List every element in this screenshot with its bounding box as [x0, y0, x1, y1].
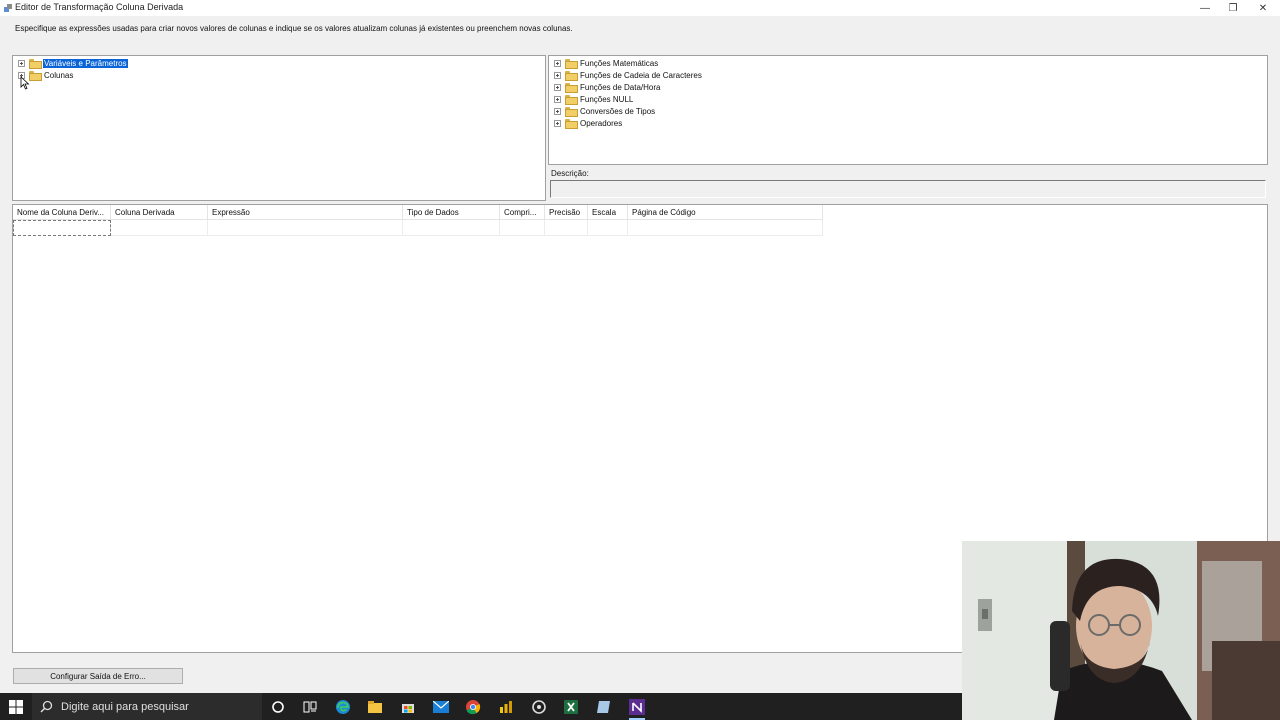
column-header-precision[interactable]: Precisão: [545, 205, 588, 220]
column-header-expression[interactable]: Expressão: [208, 205, 403, 220]
grid-header: Nome da Coluna Deriv... Coluna Derivada …: [13, 205, 823, 220]
tree-item-label: Variáveis e Parâmetros: [43, 58, 128, 68]
power-bi-icon[interactable]: [490, 693, 522, 720]
tree-item-label: Operadores: [580, 118, 623, 128]
column-header-length[interactable]: Compri...: [500, 205, 545, 220]
grid-cell-scale[interactable]: [588, 220, 628, 236]
webcam-overlay: [962, 541, 1280, 720]
column-header-name[interactable]: Nome da Coluna Deriv...: [13, 205, 111, 220]
store-icon[interactable]: [392, 693, 424, 720]
folder-icon: [29, 59, 42, 69]
app-icon: [4, 4, 12, 12]
grid-cell-data-type[interactable]: [403, 220, 500, 236]
functions-tree[interactable]: Funções Matemáticas Funções de Cadeia de…: [548, 55, 1268, 165]
expand-icon[interactable]: [554, 119, 561, 127]
minimize-button[interactable]: —: [1190, 0, 1220, 16]
description-field: [550, 180, 1266, 198]
instructions-text: Especifique as expressões usadas para cr…: [15, 24, 573, 33]
folder-icon: [29, 71, 42, 81]
tree-item-label: Funções NULL: [580, 94, 634, 104]
window-title: Editor de Transformação Coluna Derivada: [15, 2, 184, 12]
tree-item-label: Conversões de Tipos: [580, 106, 656, 116]
grid-cell-code-page[interactable]: [628, 220, 823, 236]
configure-error-output-button[interactable]: Configurar Saída de Erro...: [13, 668, 183, 684]
description-label: Descrição:: [551, 169, 589, 178]
title-bar: Editor de Transformação Coluna Derivada …: [0, 0, 1280, 16]
file-explorer-icon[interactable]: [359, 693, 391, 720]
tree-item-math-functions[interactable]: Funções Matemáticas: [554, 57, 659, 69]
tree-item-variables[interactable]: Variáveis e Parâmetros: [18, 57, 128, 69]
expand-icon[interactable]: [554, 59, 561, 67]
column-header-scale[interactable]: Escala: [588, 205, 628, 220]
search-icon: [40, 700, 53, 713]
tree-item-datetime-functions[interactable]: Funções de Data/Hora: [554, 81, 662, 93]
variables-columns-tree[interactable]: Variáveis e Parâmetros Colunas: [12, 55, 546, 201]
tree-item-null-functions[interactable]: Funções NULL: [554, 93, 634, 105]
tree-item-type-casts[interactable]: Conversões de Tipos: [554, 105, 656, 117]
restore-button[interactable]: ❐: [1218, 0, 1248, 16]
column-header-derived[interactable]: Coluna Derivada: [111, 205, 208, 220]
table-row[interactable]: [13, 220, 823, 236]
task-view-icon[interactable]: [294, 693, 326, 720]
cortana-icon[interactable]: [262, 693, 294, 720]
tree-item-string-functions[interactable]: Funções de Cadeia de Caracteres: [554, 69, 703, 81]
windows-logo-icon: [9, 699, 23, 714]
grid-cell-derived[interactable]: [111, 220, 208, 236]
column-header-code-page[interactable]: Página de Código: [628, 205, 823, 220]
folder-icon: [565, 119, 578, 129]
tree-item-label: Colunas: [44, 70, 74, 80]
chrome-icon[interactable]: [457, 693, 489, 720]
folder-icon: [565, 95, 578, 105]
grid-cell-precision[interactable]: [545, 220, 588, 236]
edge-icon[interactable]: [327, 693, 359, 720]
excel-icon[interactable]: [555, 693, 587, 720]
folder-icon: [565, 59, 578, 69]
sticky-notes-icon[interactable]: [588, 693, 620, 720]
expand-icon[interactable]: [18, 59, 25, 67]
start-button[interactable]: [0, 693, 32, 720]
visual-studio-icon[interactable]: [621, 693, 653, 720]
folder-icon: [565, 71, 578, 81]
close-button[interactable]: ✕: [1248, 0, 1278, 16]
grid-cell-name[interactable]: [13, 220, 111, 236]
taskbar-search[interactable]: Digite aqui para pesquisar: [32, 693, 262, 720]
webcam-image: [962, 541, 1280, 720]
grid-cell-expression[interactable]: [208, 220, 403, 236]
folder-icon: [565, 83, 578, 93]
expand-icon[interactable]: [554, 83, 561, 91]
search-placeholder: Digite aqui para pesquisar: [61, 700, 189, 713]
expand-icon[interactable]: [554, 71, 561, 79]
tree-item-label: Funções de Data/Hora: [580, 82, 661, 92]
expand-icon[interactable]: [554, 107, 561, 115]
mail-icon[interactable]: [425, 693, 457, 720]
tree-item-label: Funções de Cadeia de Caracteres: [580, 70, 702, 80]
mouse-cursor-icon: [20, 76, 30, 90]
tree-item-operators[interactable]: Operadores: [554, 117, 623, 129]
expand-icon[interactable]: [554, 95, 561, 103]
tree-item-label: Funções Matemáticas: [580, 58, 659, 68]
folder-icon: [565, 107, 578, 117]
column-header-data-type[interactable]: Tipo de Dados: [403, 205, 500, 220]
grid-cell-length[interactable]: [500, 220, 545, 236]
settings-icon[interactable]: [523, 693, 555, 720]
